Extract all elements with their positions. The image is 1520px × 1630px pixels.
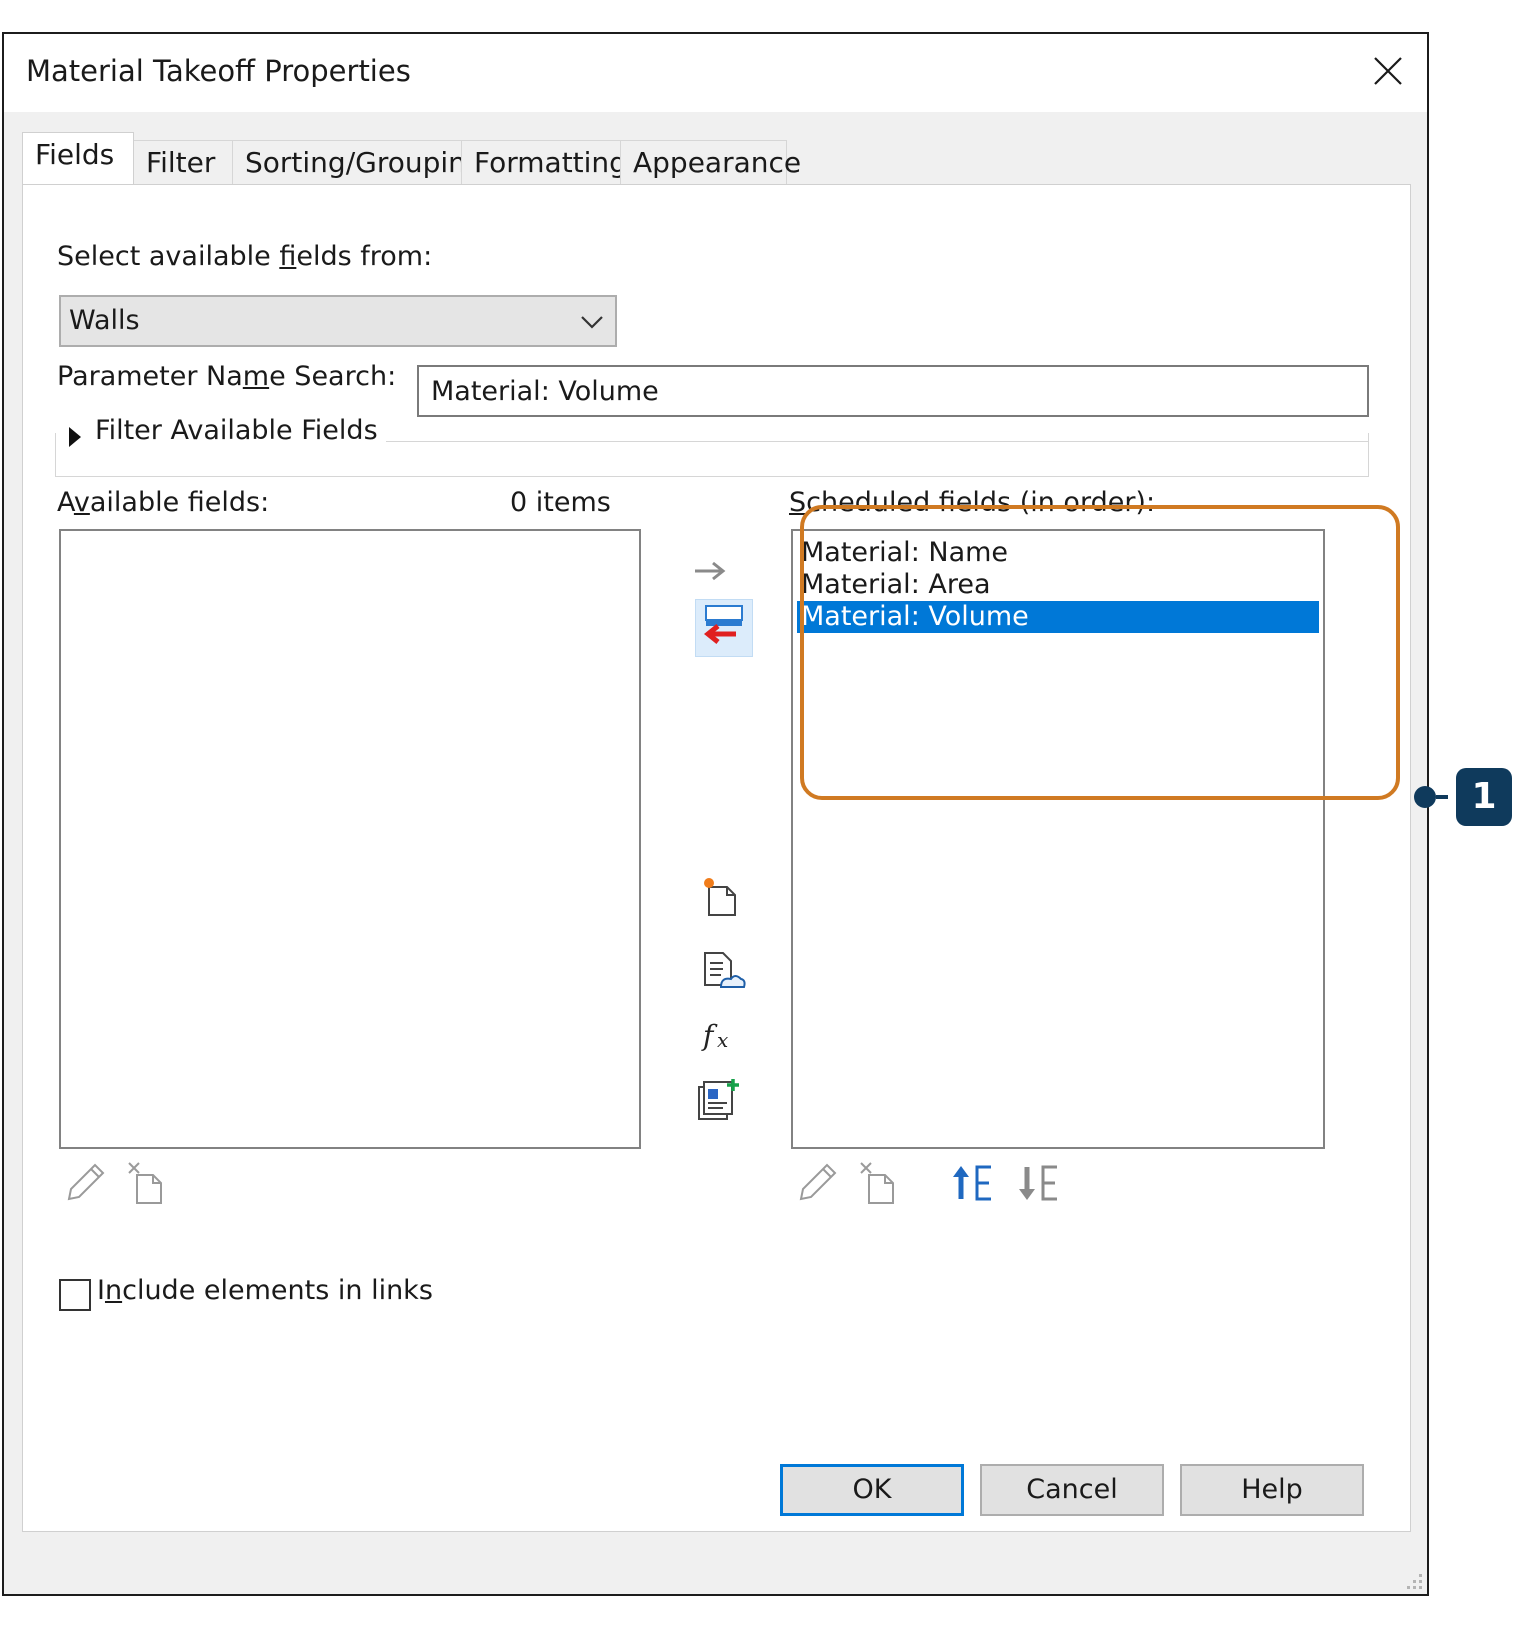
param-search-input[interactable]	[417, 365, 1369, 417]
resize-grip-icon[interactable]	[1405, 1572, 1423, 1590]
fields-panel: Select available fields from: Walls Para…	[22, 184, 1411, 1532]
chevron-down-icon	[581, 316, 603, 329]
remove-field-icon	[703, 605, 743, 644]
cancel-button[interactable]: Cancel	[980, 1464, 1164, 1516]
available-fields-list[interactable]	[59, 529, 641, 1149]
title-bar: Material Takeoff Properties	[4, 34, 1427, 112]
svg-text:x: x	[717, 1028, 728, 1052]
available-count: 0 items	[510, 487, 611, 518]
param-search-label: Parameter Name Search:	[57, 361, 397, 392]
edit-pencil-icon[interactable]	[63, 1161, 107, 1205]
filter-divider	[323, 441, 1369, 442]
callout-badge: 1	[1456, 768, 1512, 826]
help-button[interactable]: Help	[1180, 1464, 1364, 1516]
calculated-value-icon[interactable]: f x	[699, 1015, 743, 1055]
delete-parameter-icon[interactable]	[857, 1161, 901, 1205]
close-icon	[1374, 57, 1402, 85]
material-takeoff-dialog: Material Takeoff Properties Fields Filte…	[2, 32, 1429, 1596]
select-from-label: Select available fields from:	[57, 241, 433, 272]
close-button[interactable]	[1361, 44, 1415, 98]
tab-filter[interactable]: Filter	[133, 140, 233, 184]
callout-dot	[1414, 786, 1436, 808]
callout-connector	[1436, 795, 1448, 799]
include-links-label[interactable]: Include elements in links	[97, 1275, 433, 1306]
svg-text:f: f	[701, 1019, 718, 1052]
available-fields-label: Available fields:	[57, 487, 270, 518]
remove-field-button[interactable]	[695, 599, 753, 657]
new-parameter-icon[interactable]	[699, 875, 743, 919]
tab-appearance[interactable]: Appearance	[620, 140, 801, 184]
select-from-value: Walls	[69, 305, 140, 336]
tab-formatting[interactable]: Formatting	[461, 140, 627, 184]
filter-available-label[interactable]: Filter Available Fields	[95, 415, 386, 446]
expand-triangle-icon[interactable]	[67, 425, 83, 449]
tab-fields[interactable]: Fields	[22, 132, 134, 184]
add-field-arrow-icon[interactable]	[693, 559, 729, 583]
tab-sorting-grouping[interactable]: Sorting/Grouping	[232, 140, 484, 184]
edit-pencil-icon[interactable]	[795, 1161, 839, 1205]
dialog-title: Material Takeoff Properties	[26, 54, 411, 88]
select-from-dropdown[interactable]: Walls	[59, 295, 617, 347]
move-down-icon[interactable]	[1017, 1163, 1065, 1203]
combine-parameters-icon[interactable]	[695, 1077, 743, 1123]
delete-parameter-icon[interactable]	[125, 1161, 169, 1205]
move-up-icon[interactable]	[951, 1163, 999, 1203]
scheduled-fields-highlight	[800, 505, 1400, 800]
shared-parameter-icon[interactable]	[699, 949, 747, 993]
ok-button[interactable]: OK	[780, 1464, 964, 1516]
include-links-checkbox[interactable]	[59, 1279, 91, 1311]
